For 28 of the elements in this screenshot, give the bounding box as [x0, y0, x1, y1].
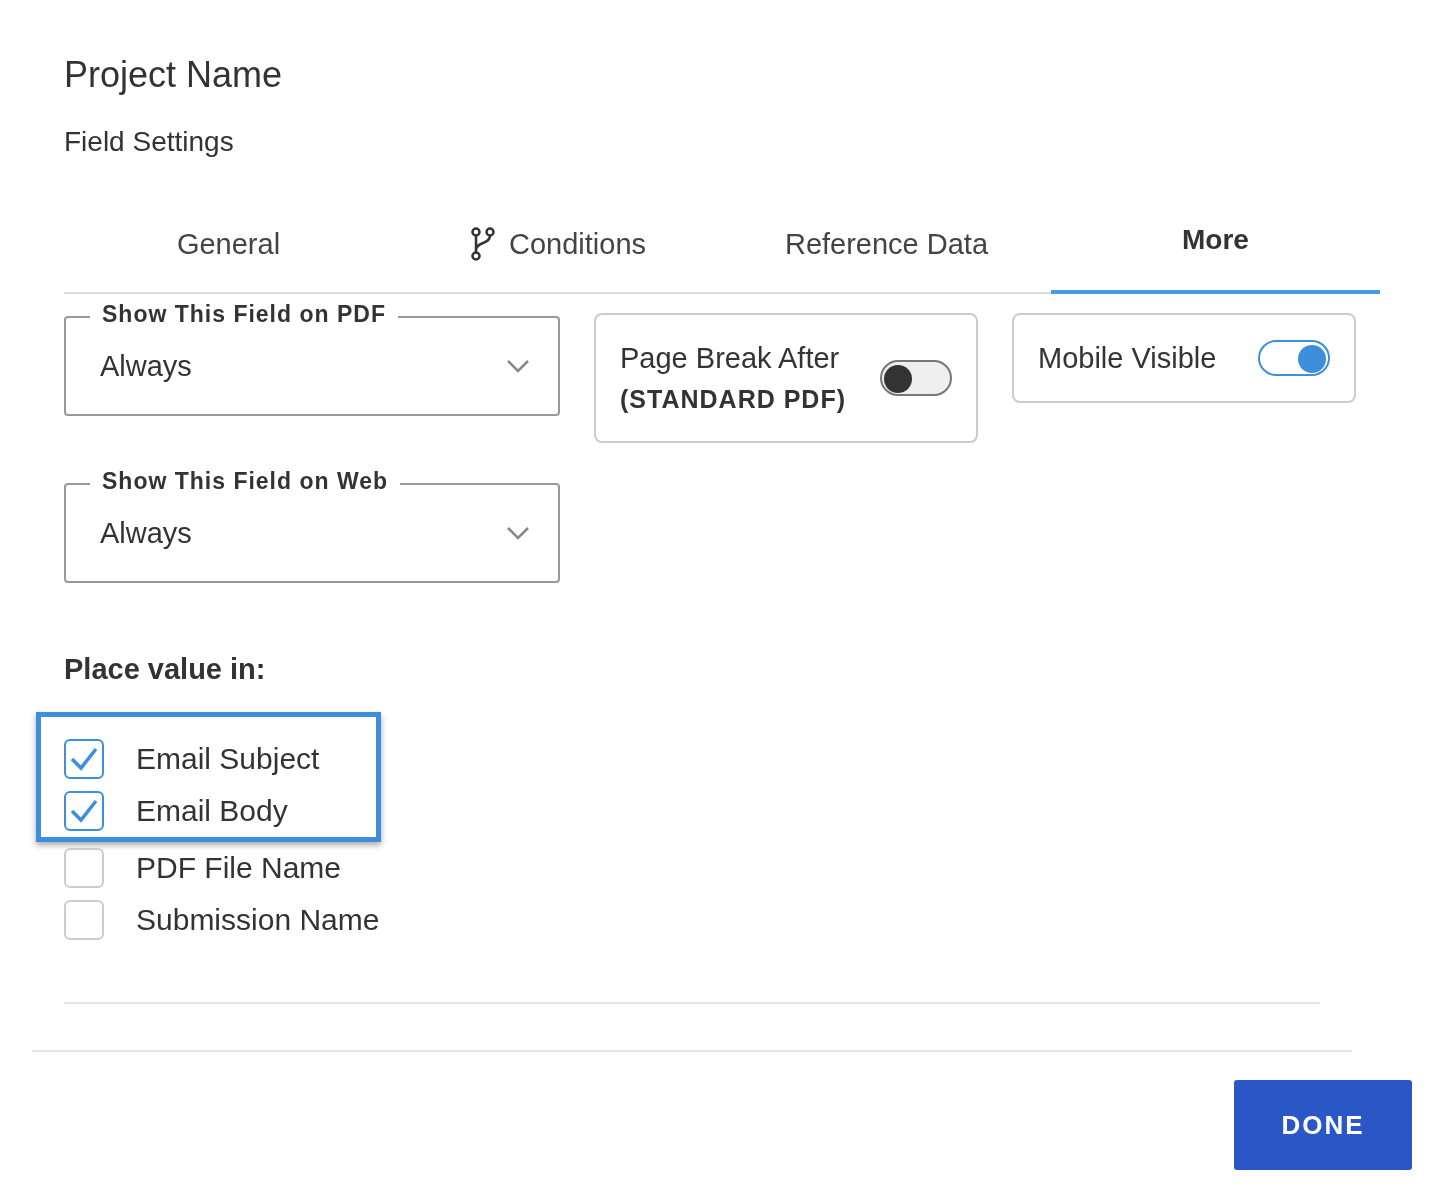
checkbox[interactable]	[64, 791, 104, 831]
select-field[interactable]: Show This Field on Web Always	[64, 466, 560, 583]
chevron-down-icon	[506, 359, 530, 373]
toggle-note: (STANDARD PDF)	[620, 385, 846, 414]
branch-icon	[469, 227, 497, 261]
option-label: Email Subject	[136, 742, 320, 776]
select-value: Always	[100, 516, 192, 550]
done-button[interactable]: DONE	[1234, 1080, 1412, 1170]
toggle-label: Mobile Visible	[1038, 341, 1217, 375]
section-heading: Place value in:	[64, 653, 267, 686]
option-label: PDF File Name	[136, 851, 342, 885]
checkbox[interactable]	[64, 848, 104, 888]
toggle-switch[interactable]	[1258, 340, 1330, 376]
select-value: Always	[100, 349, 192, 383]
chevron-down-icon	[506, 526, 530, 540]
option-label: Email Body	[136, 794, 288, 828]
tab[interactable]: More	[1051, 204, 1380, 294]
toggle-switch[interactable]	[880, 360, 952, 396]
dialog-subtitle: Field Settings	[64, 126, 235, 158]
checkbox[interactable]	[64, 739, 104, 779]
toggle-label: Page Break After	[620, 342, 841, 375]
select-field[interactable]: Show This Field on PDF Always	[64, 299, 560, 416]
dialog-title: Project Name	[64, 54, 284, 96]
tab[interactable]: Reference Data	[722, 204, 1051, 294]
option-label: Submission Name	[136, 903, 380, 937]
tab[interactable]: Conditions	[393, 204, 722, 294]
tab[interactable]: General	[64, 204, 393, 294]
checkbox[interactable]	[64, 900, 104, 940]
